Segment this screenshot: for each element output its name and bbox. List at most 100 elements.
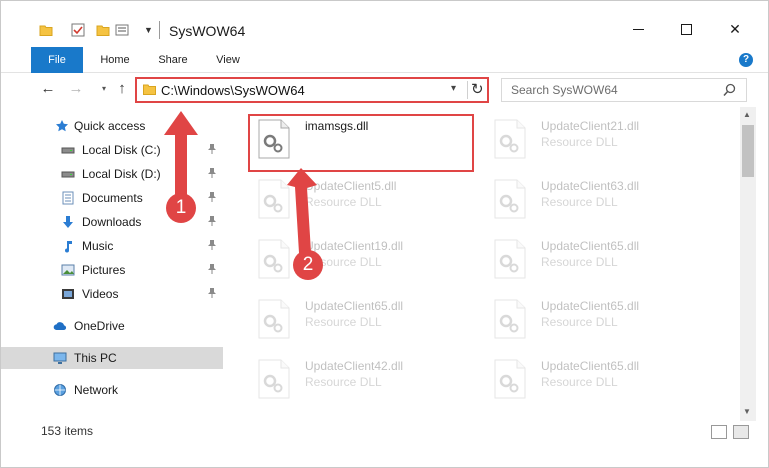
pin-icon[interactable] [207, 239, 217, 251]
minimize-icon [632, 28, 644, 30]
sidebar-item-local-disk-c[interactable]: Local Disk (C:) [1, 139, 223, 161]
sidebar-item-pictures[interactable]: Pictures [1, 259, 223, 281]
details-view-icon[interactable] [711, 425, 727, 439]
vertical-scrollbar[interactable]: ▲ ▼ [740, 107, 756, 421]
file-type: Resource DLL [305, 195, 382, 209]
explorer-window: ▼ SysWOW64 ✕ File Home Share View ? ← → … [0, 0, 769, 468]
back-button[interactable]: ← [39, 80, 57, 98]
title-separator [159, 21, 160, 39]
file-name: UpdateClient42.dll [305, 359, 404, 373]
pin-icon[interactable] [207, 167, 217, 179]
recent-locations-button[interactable]: ▾ [95, 80, 113, 98]
dll-file-icon [258, 299, 290, 339]
file-type: Resource DLL [541, 315, 618, 329]
sidebar-item-label: Pictures [82, 263, 126, 277]
documents-icon [62, 191, 74, 205]
title-bar: ▼ SysWOW64 ✕ [1, 1, 768, 41]
pin-icon[interactable] [207, 287, 217, 299]
new-folder-icon[interactable] [96, 23, 110, 37]
scroll-thumb[interactable] [742, 125, 754, 177]
file-name: UpdateClient5.dll [305, 179, 397, 193]
download-icon [63, 216, 73, 228]
sidebar-item-label: Local Disk (C:) [82, 143, 161, 157]
dll-file-icon [494, 239, 526, 279]
dll-file-icon [258, 239, 290, 279]
help-icon[interactable]: ? [739, 53, 753, 67]
dll-file-icon [494, 299, 526, 339]
file-item[interactable]: UpdateClient19.dll Resource DLL [247, 231, 477, 287]
file-name: UpdateClient65.dll [541, 299, 640, 313]
drive-icon [61, 171, 75, 178]
close-button[interactable]: ✕ [712, 15, 758, 43]
maximize-icon [680, 23, 692, 35]
dll-file-icon [494, 119, 526, 159]
search-input[interactable]: Search SysWOW64 [501, 78, 747, 102]
file-name: UpdateClient63.dll [541, 179, 640, 193]
up-button[interactable]: ↑ [113, 80, 131, 98]
drive-icon [61, 147, 75, 154]
sidebar-item-local-disk-d[interactable]: Local Disk (D:) [1, 163, 223, 185]
tab-file[interactable]: File [31, 47, 83, 73]
sidebar-item-this-pc[interactable]: This PC [1, 347, 223, 369]
minimize-button[interactable] [615, 15, 661, 43]
tab-home[interactable]: Home [93, 47, 137, 73]
maximize-button[interactable] [663, 15, 709, 43]
file-type: Resource DLL [305, 315, 382, 329]
address-dropdown-icon[interactable]: ▾ [451, 83, 456, 94]
sidebar-item-quick-access[interactable]: Quick access [1, 115, 223, 137]
window-title: SysWOW64 [169, 23, 246, 39]
close-icon: ✕ [729, 20, 741, 37]
file-item[interactable]: UpdateClient5.dll Resource DLL [247, 171, 477, 227]
file-item[interactable]: UpdateClient65.dll Resource DLL [483, 351, 713, 407]
pin-icon[interactable] [207, 263, 217, 275]
sidebar-item-label: Local Disk (D:) [82, 167, 161, 181]
file-name: UpdateClient19.dll [305, 239, 404, 253]
forward-button[interactable]: → [67, 80, 85, 98]
sidebar-item-music[interactable]: Music [1, 235, 223, 257]
address-bar[interactable]: C:\Windows\SysWOW64 ▾ ↻ [135, 77, 489, 103]
file-item[interactable]: UpdateClient42.dll Resource DLL [247, 351, 477, 407]
address-separator [467, 81, 468, 99]
pin-icon[interactable] [207, 191, 217, 203]
dll-file-icon [494, 179, 526, 219]
sidebar-item-label: This PC [74, 351, 117, 365]
properties-check-icon[interactable] [71, 23, 85, 37]
scroll-down-icon[interactable]: ▼ [743, 407, 751, 416]
sidebar-item-label: OneDrive [74, 319, 125, 333]
file-name: UpdateClient65.dll [541, 359, 640, 373]
file-type: Resource DLL [541, 375, 618, 389]
file-item[interactable]: UpdateClient65.dll Resource DLL [483, 291, 713, 347]
file-name: UpdateClient21.dll [541, 119, 640, 133]
dll-file-icon [258, 179, 290, 219]
file-item[interactable]: UpdateClient21.dll Resource DLL [483, 111, 713, 167]
file-item[interactable]: UpdateClient63.dll Resource DLL [483, 171, 713, 227]
search-placeholder: Search SysWOW64 [511, 83, 618, 97]
sidebar-item-onedrive[interactable]: OneDrive [1, 315, 223, 337]
sidebar-item-network[interactable]: Network [1, 379, 223, 401]
callout-1: 1 [166, 193, 196, 223]
sidebar-item-label: Quick access [74, 119, 146, 133]
tab-share[interactable]: Share [153, 47, 193, 73]
star-icon [56, 120, 68, 132]
callout-2: 2 [293, 250, 323, 280]
tab-view[interactable]: View [211, 47, 245, 73]
pin-icon[interactable] [207, 215, 217, 227]
scroll-up-icon[interactable]: ▲ [743, 110, 751, 119]
refresh-icon[interactable]: ↻ [471, 80, 484, 98]
dll-file-icon [258, 359, 290, 399]
tiles-view-icon[interactable] [733, 425, 749, 439]
address-path[interactable]: C:\Windows\SysWOW64 [161, 83, 305, 98]
quick-access-dropdown-icon[interactable]: ▼ [144, 25, 153, 35]
pin-icon[interactable] [207, 143, 217, 155]
sidebar-item-videos[interactable]: Videos [1, 283, 223, 305]
file-item[interactable]: UpdateClient65.dll Resource DLL [483, 231, 713, 287]
file-name: UpdateClient65.dll [541, 239, 640, 253]
ribbon-tabs: File Home Share View ? [1, 47, 768, 73]
sidebar-item-label: Downloads [82, 215, 142, 229]
file-type: Resource DLL [541, 135, 618, 149]
folder-icon[interactable] [39, 23, 53, 37]
file-item[interactable]: UpdateClient65.dll Resource DLL [247, 291, 477, 347]
file-type: Resource DLL [541, 195, 618, 209]
search-icon[interactable] [723, 83, 736, 97]
customize-icon[interactable] [115, 23, 129, 37]
